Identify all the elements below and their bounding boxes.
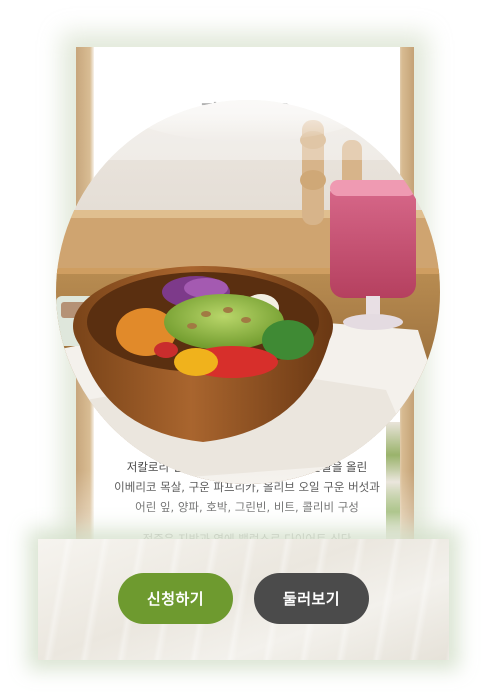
salad-bowl-photo xyxy=(56,100,440,484)
event-popup-screen: 정오하나요 저칼로리 샐러드에 아보카도와 단백질 달걀을 올린 이베리코 목살… xyxy=(0,0,486,697)
action-bar: 신청하기 둘러보기 xyxy=(38,539,449,660)
description-line: 어린 잎, 양파, 호박, 그린빈, 비트, 콜리비 구성 xyxy=(135,500,359,514)
salad-bowl-illustration xyxy=(56,100,440,484)
browse-button[interactable]: 둘러보기 xyxy=(254,573,369,624)
apply-button[interactable]: 신청하기 xyxy=(118,573,233,624)
